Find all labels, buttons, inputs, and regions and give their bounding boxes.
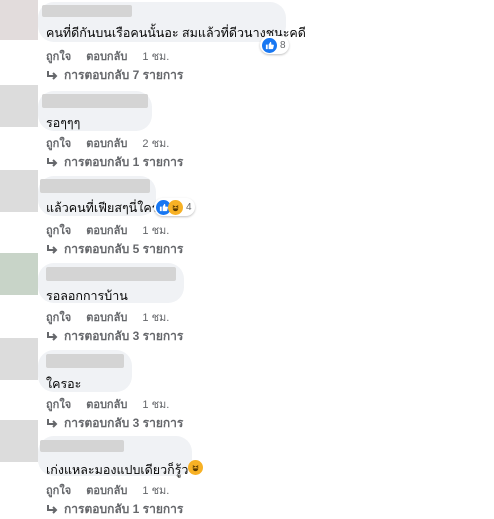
view-replies-link[interactable]: การตอบกลับ 7 รายการ [46, 66, 183, 85]
commenter-name-redacted[interactable] [42, 5, 132, 17]
comment-time[interactable]: 2 ชม. [142, 138, 169, 150]
haha-emoji [188, 460, 203, 475]
replies-label: การตอบกลับ 1 รายการ [64, 502, 184, 516]
comment-actions: ถูกใจ ตอบกลับ 1 ชม. [46, 395, 181, 413]
reply-action[interactable]: ตอบกลับ [86, 51, 127, 63]
comment-bubble: รอๆๆๆ [38, 91, 152, 131]
comment-time[interactable]: 1 ชม. [142, 225, 169, 237]
comment-time[interactable]: 1 ชม. [142, 399, 169, 411]
view-replies-link[interactable]: การตอบกลับ 3 รายการ [46, 327, 183, 346]
view-replies-link[interactable]: การตอบกลับ 1 รายการ [46, 500, 183, 519]
reply-arrow-icon [47, 418, 58, 428]
comment-bubble: แล้วคนที่เฟียสๆนี่ใคร [38, 176, 159, 216]
comment-bubble: รอลอกการบ้าน [38, 263, 184, 303]
reply-arrow-icon [47, 157, 58, 167]
like-action[interactable]: ถูกใจ [46, 138, 71, 150]
comment-text: แล้วคนที่เฟียสๆนี่ใคร [46, 201, 159, 215]
reply-action[interactable]: ตอบกลับ [86, 485, 127, 497]
reply-action[interactable]: ตอบกลับ [86, 312, 127, 324]
comment-actions: ถูกใจ ตอบกลับ 1 ชม. [46, 308, 181, 326]
reactions-badge[interactable]: 8 [260, 36, 289, 54]
view-replies-link[interactable]: การตอบกลับ 5 รายการ [46, 240, 183, 259]
comment-time[interactable]: 1 ชม. [142, 312, 169, 324]
avatar[interactable] [0, 253, 38, 295]
reactions-badge[interactable]: 4 [154, 198, 195, 216]
comment-actions: ถูกใจ ตอบกลับ 2 ชม. [46, 134, 181, 152]
comment-actions: ถูกใจ ตอบกลับ 1 ชม. [46, 47, 181, 65]
commenter-name-redacted[interactable] [46, 354, 124, 368]
avatar[interactable] [0, 170, 38, 212]
comment-text: ใครอะ [46, 377, 82, 391]
reply-arrow-icon [47, 331, 58, 341]
avatar[interactable] [0, 338, 38, 380]
replies-label: การตอบกลับ 1 รายการ [64, 155, 184, 169]
like-action[interactable]: ถูกใจ [46, 225, 71, 237]
avatar[interactable] [0, 0, 38, 40]
like-icon [262, 37, 277, 53]
comment-time[interactable]: 1 ชม. [142, 485, 169, 497]
reply-arrow-icon [47, 70, 58, 80]
reply-arrow-icon [47, 244, 58, 254]
comment-actions: ถูกใจ ตอบกลับ 1 ชม. [46, 221, 181, 239]
commenter-name-redacted[interactable] [40, 440, 124, 452]
comment-actions: ถูกใจ ตอบกลับ 1 ชม. [46, 481, 181, 499]
view-replies-link[interactable]: การตอบกลับ 1 รายการ [46, 153, 183, 172]
replies-label: การตอบกลับ 3 รายการ [64, 329, 184, 343]
replies-label: การตอบกลับ 5 รายการ [64, 242, 184, 256]
like-action[interactable]: ถูกใจ [46, 399, 71, 411]
avatar[interactable] [0, 420, 38, 462]
reaction-count: 8 [280, 39, 286, 51]
comment-time[interactable]: 1 ชม. [142, 51, 169, 63]
replies-label: การตอบกลับ 7 รายการ [64, 68, 184, 82]
like-action[interactable]: ถูกใจ [46, 485, 71, 497]
view-replies-link[interactable]: การตอบกลับ 3 รายการ [46, 414, 183, 433]
like-action[interactable]: ถูกใจ [46, 312, 71, 324]
haha-icon [168, 199, 183, 215]
comment-bubble: คนที่ดีกันบนเรือคนนั้นอะ สมแล้วที่ดีวนาง… [38, 2, 306, 42]
commenter-name-redacted[interactable] [40, 179, 150, 193]
reply-action[interactable]: ตอบกลับ [86, 399, 127, 411]
like-action[interactable]: ถูกใจ [46, 51, 71, 63]
comment-bubble: ใครอะ [38, 350, 132, 392]
reply-action[interactable]: ตอบกลับ [86, 138, 127, 150]
replies-label: การตอบกลับ 3 รายการ [64, 416, 184, 430]
comment-text: รอๆๆๆ [46, 116, 81, 130]
reaction-count: 4 [186, 201, 192, 213]
avatar[interactable] [0, 85, 38, 127]
reply-arrow-icon [47, 504, 58, 514]
comment-bubble: เก่งแหละมองแปบเดียวก็รู้ว [38, 436, 192, 477]
commenter-name-redacted[interactable] [46, 267, 176, 281]
commenter-name-redacted[interactable] [42, 94, 148, 108]
reply-action[interactable]: ตอบกลับ [86, 225, 127, 237]
comment-text: เก่งแหละมองแปบเดียวก็รู้ว [46, 463, 189, 477]
comment-text: รอลอกการบ้าน [46, 289, 128, 303]
